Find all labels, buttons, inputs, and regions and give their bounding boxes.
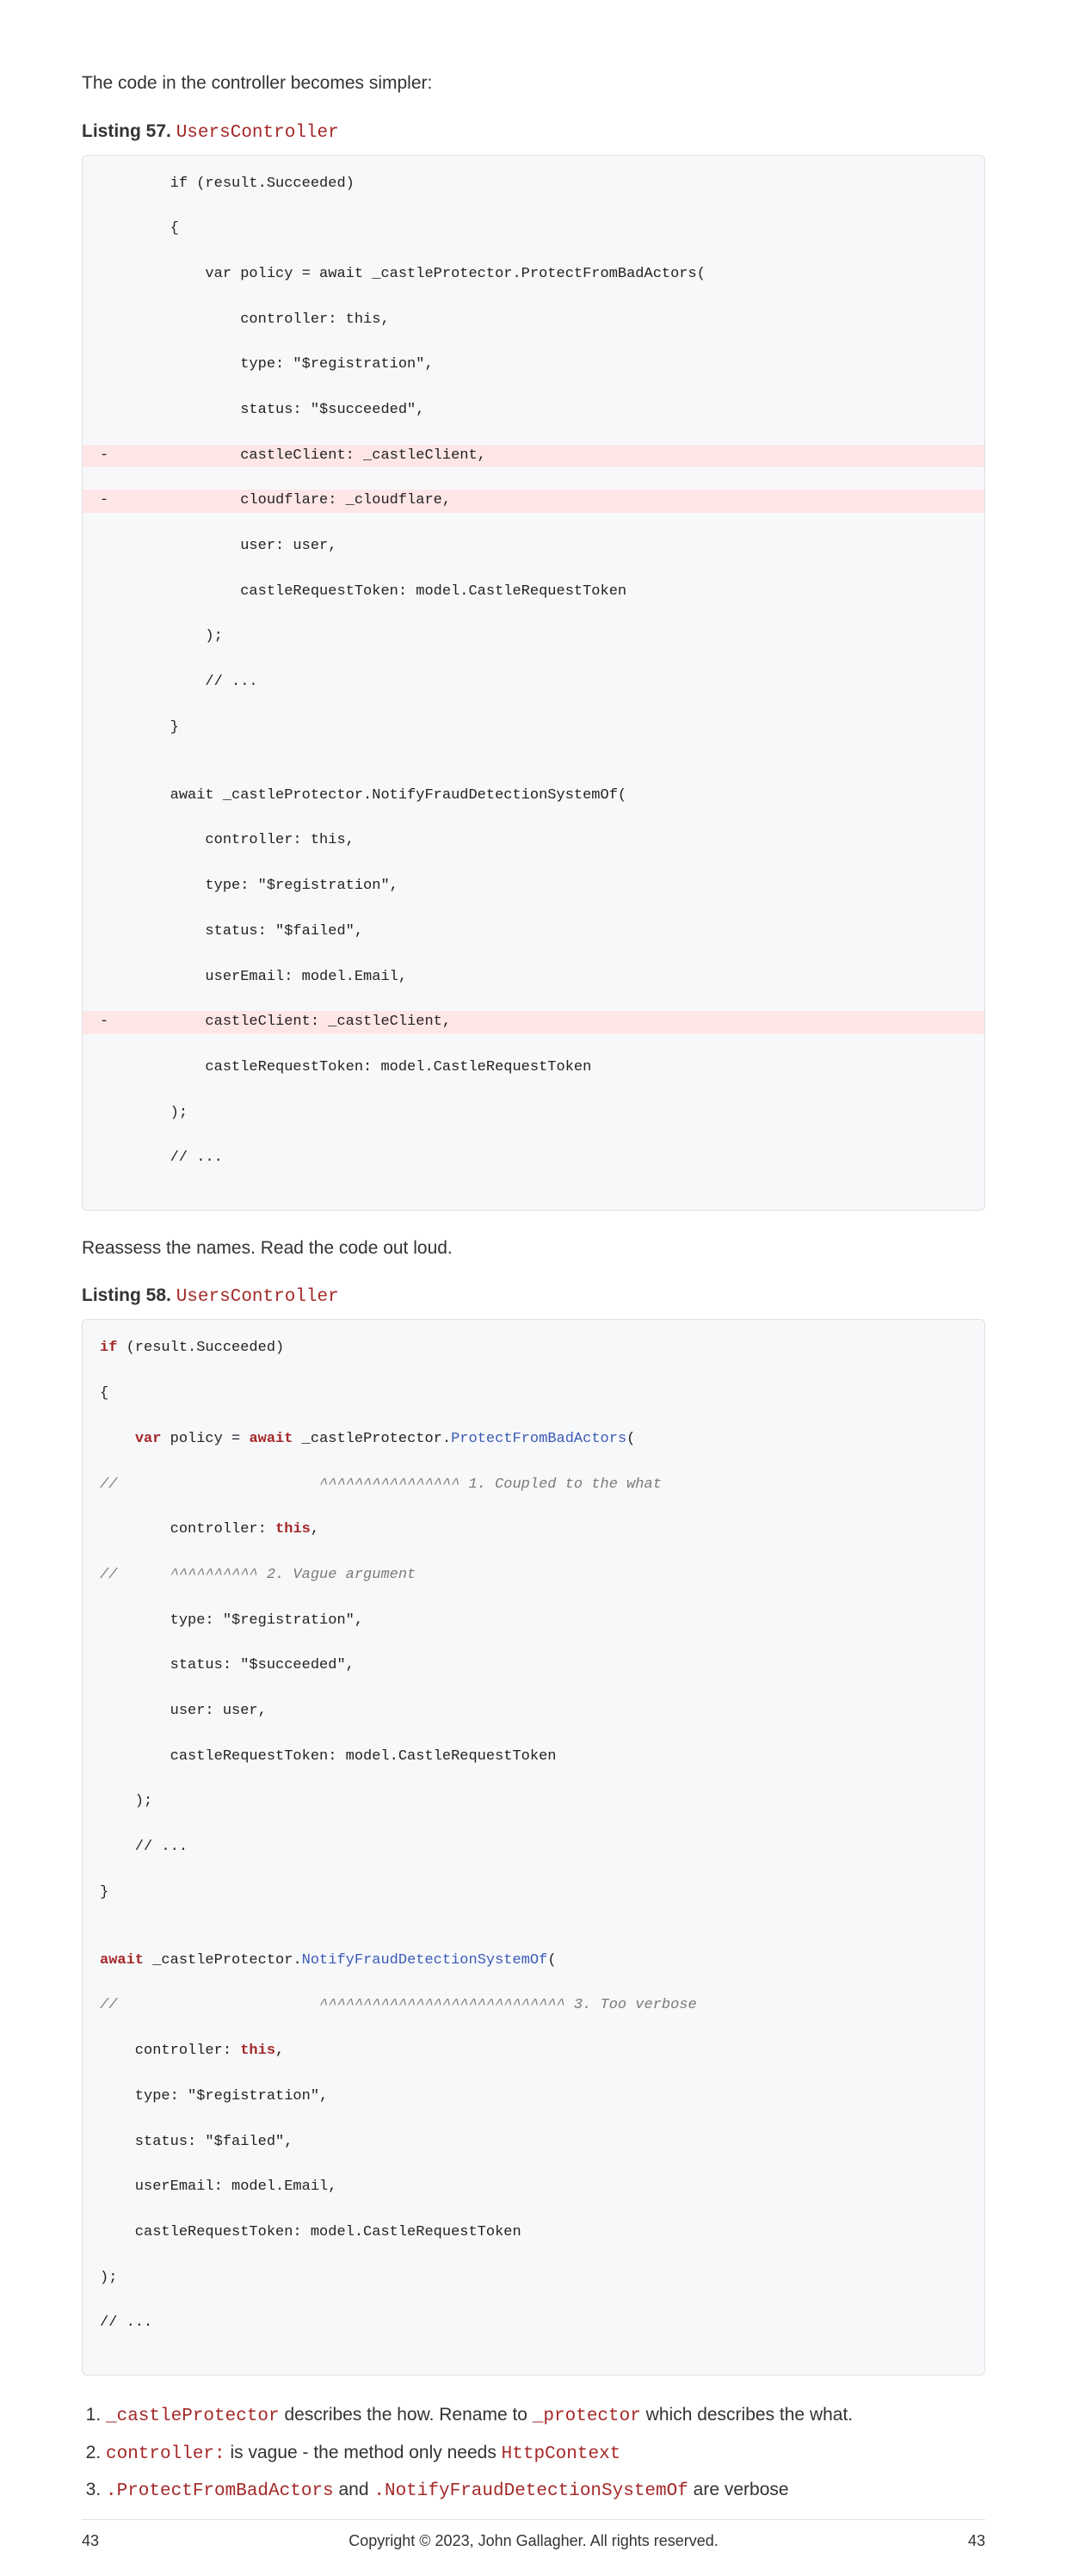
code-line: await _castleProtector.NotifyFraudDetect… bbox=[83, 1950, 984, 1972]
code-line: - castleClient: _castleClient, bbox=[83, 1011, 984, 1033]
note-text: and bbox=[334, 2480, 374, 2499]
code-line: status: "$failed", bbox=[83, 2131, 984, 2154]
listing-label: Listing 58. bbox=[82, 1285, 171, 1305]
code-line: // ^^^^^^^^^^ 2. Vague argument bbox=[83, 1564, 984, 1587]
code-line: if (result.Succeeded) bbox=[83, 1337, 984, 1359]
listing-57-code: if (result.Succeeded) { var policy = awa… bbox=[82, 155, 985, 1211]
note-text: is vague - the method only needs bbox=[225, 2443, 502, 2462]
code-line: user: user, bbox=[83, 1700, 984, 1722]
code-line: controller: this, bbox=[83, 309, 984, 331]
code-line: ); bbox=[83, 626, 984, 648]
page-number-left: 43 bbox=[82, 2532, 99, 2550]
code-line: } bbox=[83, 717, 984, 739]
code-line: ); bbox=[83, 2267, 984, 2289]
listing-57-title: Listing 57. UsersController bbox=[82, 121, 985, 143]
code-line: await _castleProtector.NotifyFraudDetect… bbox=[83, 785, 984, 807]
code-line: { bbox=[83, 218, 984, 240]
code-block: if (result.Succeeded) { var policy = awa… bbox=[83, 1337, 984, 2357]
inline-code: _protector bbox=[533, 2407, 641, 2426]
code-line: ); bbox=[83, 1102, 984, 1125]
code-line: user: user, bbox=[83, 535, 984, 558]
code-line: castleRequestToken: model.CastleRequestT… bbox=[83, 1057, 984, 1079]
code-line: - castleClient: _castleClient, bbox=[83, 445, 984, 467]
note-text: which describes the what. bbox=[641, 2405, 853, 2425]
code-line: controller: this, bbox=[83, 1519, 984, 1541]
code-line: status: "$succeeded", bbox=[83, 399, 984, 422]
code-block: if (result.Succeeded) { var policy = awa… bbox=[83, 173, 984, 1192]
code-line: status: "$failed", bbox=[83, 921, 984, 943]
note-3: .ProtectFromBadActors and .NotifyFraudDe… bbox=[106, 2474, 985, 2507]
page-number-right: 43 bbox=[968, 2532, 985, 2550]
page-footer: 43 Copyright © 2023, John Gallagher. All… bbox=[82, 2519, 985, 2550]
listing-58-code: if (result.Succeeded) { var policy = awa… bbox=[82, 1319, 985, 2375]
code-line: var policy = await _castleProtector.Prot… bbox=[83, 263, 984, 286]
note-2: controller: is vague - the method only n… bbox=[106, 2437, 985, 2470]
code-line: castleRequestToken: model.CastleRequestT… bbox=[83, 2222, 984, 2244]
note-text: are verbose bbox=[688, 2480, 789, 2499]
listing-code-name: UsersController bbox=[176, 1287, 339, 1307]
code-line: userEmail: model.Email, bbox=[83, 2176, 984, 2198]
note-1: _castleProtector describes the how. Rena… bbox=[106, 2400, 985, 2432]
code-line: // ... bbox=[83, 2312, 984, 2334]
code-line: type: "$registration", bbox=[83, 2086, 984, 2108]
code-line: controller: this, bbox=[83, 2040, 984, 2062]
intro-text: The code in the controller becomes simpl… bbox=[82, 70, 985, 97]
inline-code: .ProtectFromBadActors bbox=[106, 2481, 334, 2501]
code-line: castleRequestToken: model.CastleRequestT… bbox=[83, 581, 984, 603]
code-line: } bbox=[83, 1882, 984, 1904]
code-line: // ... bbox=[83, 671, 984, 693]
code-line: // ^^^^^^^^^^^^^^^^ 1. Coupled to the wh… bbox=[83, 1474, 984, 1496]
code-line: // ^^^^^^^^^^^^^^^^^^^^^^^^^^^^ 3. Too v… bbox=[83, 1994, 984, 2017]
inline-code: HttpContext bbox=[502, 2444, 621, 2464]
listing-58-title: Listing 58. UsersController bbox=[82, 1285, 985, 1307]
code-line: ); bbox=[83, 1790, 984, 1813]
code-line: castleRequestToken: model.CastleRequestT… bbox=[83, 1746, 984, 1768]
code-line: - cloudflare: _cloudflare, bbox=[83, 490, 984, 512]
reassess-text: Reassess the names. Read the code out lo… bbox=[82, 1235, 985, 1262]
listing-label: Listing 57. bbox=[82, 121, 171, 141]
code-line: if (result.Succeeded) bbox=[83, 173, 984, 195]
inline-code: _castleProtector bbox=[106, 2407, 280, 2426]
code-line: type: "$registration", bbox=[83, 875, 984, 897]
note-text: describes the how. Rename to bbox=[280, 2405, 533, 2425]
code-line: { bbox=[83, 1383, 984, 1405]
code-line: status: "$succeeded", bbox=[83, 1655, 984, 1677]
code-line: userEmail: model.Email, bbox=[83, 966, 984, 989]
copyright-text: Copyright © 2023, John Gallagher. All ri… bbox=[348, 2532, 719, 2550]
code-line: var policy = await _castleProtector.Prot… bbox=[83, 1428, 984, 1451]
page: The code in the controller becomes simpl… bbox=[0, 0, 1067, 2576]
inline-code: .NotifyFraudDetectionSystemOf bbox=[373, 2481, 688, 2501]
notes-list: _castleProtector describes the how. Rena… bbox=[82, 2400, 985, 2507]
inline-code: controller: bbox=[106, 2444, 225, 2464]
code-line: // ... bbox=[83, 1836, 984, 1858]
code-line: type: "$registration", bbox=[83, 354, 984, 376]
listing-code-name: UsersController bbox=[176, 123, 339, 143]
code-line: controller: this, bbox=[83, 829, 984, 852]
code-line: type: "$registration", bbox=[83, 1610, 984, 1632]
code-line: // ... bbox=[83, 1147, 984, 1169]
